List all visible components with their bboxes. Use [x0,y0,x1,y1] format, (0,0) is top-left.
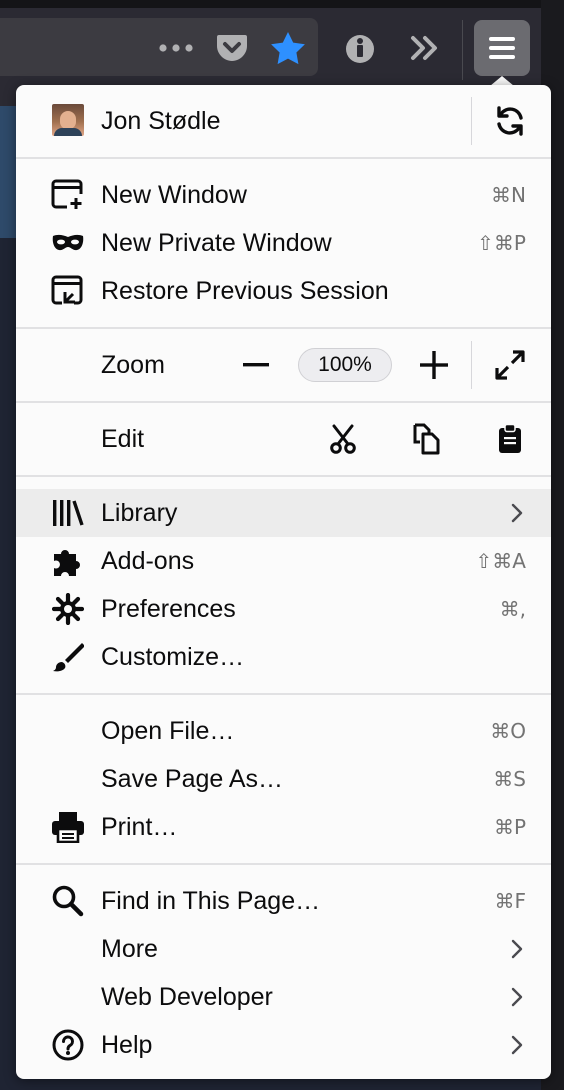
fullscreen-icon [495,350,525,380]
library-icon [50,497,86,529]
addons-item[interactable]: Add-ons ⇧⌘A [16,537,551,585]
hamburger-menu-button[interactable] [474,20,530,76]
paintbrush-icon [50,641,86,673]
scissors-icon [330,424,356,454]
web-developer-label: Web Developer [101,982,273,1011]
preferences-shortcut: ⌘, [499,597,526,621]
zoom-in-button[interactable] [416,349,452,381]
edit-label: Edit [101,424,145,453]
find-in-page-label: Find in This Page… [101,886,321,915]
edit-row: Edit [16,403,551,475]
help-item[interactable]: Help [16,1021,551,1069]
chevron-right-icon [511,503,523,523]
zoom-value: 100% [318,353,372,376]
more-dots-icon[interactable] [158,33,194,63]
find-in-page-item[interactable]: Find in This Page… ⌘F [16,877,551,925]
search-icon [50,885,86,917]
sync-icon[interactable] [492,105,528,137]
save-page-item[interactable]: Save Page As… ⌘S [16,755,551,803]
printer-icon [50,811,86,843]
chevron-right-icon [511,1035,523,1055]
save-page-label: Save Page As… [101,764,284,793]
save-page-shortcut: ⌘S [493,767,526,791]
help-label: Help [101,1030,153,1059]
app-menu-panel: Jon Stødle New Window ⌘N New Private Win… [16,85,551,1079]
new-private-window-shortcut: ⇧⌘P [477,231,526,255]
library-item[interactable]: Library [16,489,551,537]
hamburger-icon [489,37,515,59]
new-window-shortcut: ⌘N [491,183,526,207]
zoom-separator [471,341,472,389]
clipboard-icon [499,423,521,453]
tab-strip-edge [0,0,541,8]
web-developer-item[interactable]: Web Developer [16,973,551,1021]
copy-button[interactable] [408,423,444,455]
account-separator [471,97,472,145]
account-name: Jon Stødle [101,106,221,135]
bookmark-star-icon[interactable] [268,29,308,67]
new-window-label: New Window [101,180,247,209]
addons-shortcut: ⇧⌘A [475,549,526,573]
pocket-icon[interactable] [214,31,250,65]
info-icon[interactable] [342,31,378,67]
chevron-double-icon[interactable] [406,31,444,65]
more-label: More [101,934,158,963]
customize-label: Customize… [101,642,245,671]
help-icon [50,1029,86,1061]
zoom-reset-button[interactable]: 100% [298,348,392,382]
addons-label: Add-ons [101,546,195,575]
plus-icon [420,351,448,379]
more-item[interactable]: More [16,925,551,973]
chevron-right-icon [511,939,523,959]
chevron-right-icon [511,987,523,1007]
library-label: Library [101,498,178,527]
avatar [52,104,84,136]
cut-button[interactable] [325,423,361,455]
zoom-label: Zoom [101,350,165,379]
copy-icon [413,423,440,455]
print-item[interactable]: Print… ⌘P [16,803,551,851]
customize-item[interactable]: Customize… [16,633,551,681]
zoom-out-button[interactable] [238,349,274,381]
gear-icon [50,593,86,625]
new-private-window-item[interactable]: New Private Window ⇧⌘P [16,219,551,267]
new-window-icon [50,179,86,211]
find-in-page-shortcut: ⌘F [494,889,526,913]
zoom-row: Zoom 100% [16,329,551,401]
restore-session-icon [50,275,86,307]
open-file-label: Open File… [101,716,235,745]
preferences-item[interactable]: Preferences ⌘, [16,585,551,633]
account-row[interactable]: Jon Stødle [16,85,551,157]
toolbar-separator [462,20,463,80]
private-mask-icon [50,227,86,259]
new-private-window-label: New Private Window [101,228,332,257]
restore-session-label: Restore Previous Session [101,276,389,305]
open-file-shortcut: ⌘O [490,719,526,743]
new-window-item[interactable]: New Window ⌘N [16,171,551,219]
fullscreen-button[interactable] [492,349,528,381]
minus-icon [243,363,269,367]
print-label: Print… [101,812,178,841]
paste-button[interactable] [492,423,528,455]
preferences-label: Preferences [101,594,236,623]
puzzle-icon [50,545,86,577]
print-shortcut: ⌘P [493,815,526,839]
restore-session-item[interactable]: Restore Previous Session [16,267,551,315]
open-file-item[interactable]: Open File… ⌘O [16,707,551,755]
